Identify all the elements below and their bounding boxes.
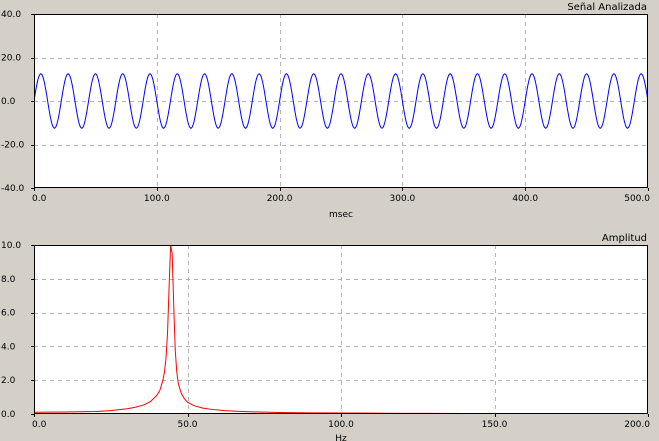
y-tick-label: -40.0 — [1, 184, 25, 194]
x-tick-label: 300.0 — [390, 194, 416, 204]
chart-panel-1: 0.0 100.0 200.0 300.0 400.0 500.040.020.00.0-… — [1, 2, 650, 220]
x-axis-label: msec — [329, 210, 353, 220]
y-tick-label: 2.0 — [1, 376, 16, 386]
chart-title: Amplitud — [602, 233, 647, 244]
chart-panel-2: 0.0 50.0 100.0 150.0 200.0 10.0 8.0 6.0 4.0 2.0 0.… — [1, 233, 650, 441]
y-tick-label: 10.0 — [1, 241, 21, 251]
x-tick-label: 50.0 — [177, 420, 197, 430]
y-tick-label: 8.0 — [1, 275, 16, 285]
x-tick-label: 150.0 — [482, 420, 508, 430]
x-tick-label: 200.0 — [624, 420, 650, 430]
chart-canvas: 0.0 100.0 200.0 300.0 400.0 500.040.020.00.0-… — [1, 2, 650, 441]
y-tick-label: 0.0 — [1, 97, 16, 107]
x-tick-label: 100.0 — [144, 194, 170, 204]
y-tick-label: 4.0 — [1, 342, 16, 352]
x-tick-label: 400.0 — [512, 194, 538, 204]
x-tick-label: 0.0 — [32, 420, 47, 430]
x-tick-label: 500.0 — [624, 194, 650, 204]
chart-title: Señal Analizada — [567, 2, 647, 13]
y-tick-label: -20.0 — [1, 141, 25, 151]
x-axis-label: Hz — [335, 434, 347, 441]
x-tick-label: 0.0 — [32, 194, 47, 204]
y-tick-label: 6.0 — [1, 309, 16, 319]
x-tick-label: 100.0 — [328, 420, 354, 430]
y-tick-label: 20.0 — [1, 54, 21, 64]
y-tick-label: 0.0 — [1, 410, 16, 420]
y-tick-label: 40.0 — [1, 10, 21, 20]
x-tick-label: 200.0 — [267, 194, 293, 204]
